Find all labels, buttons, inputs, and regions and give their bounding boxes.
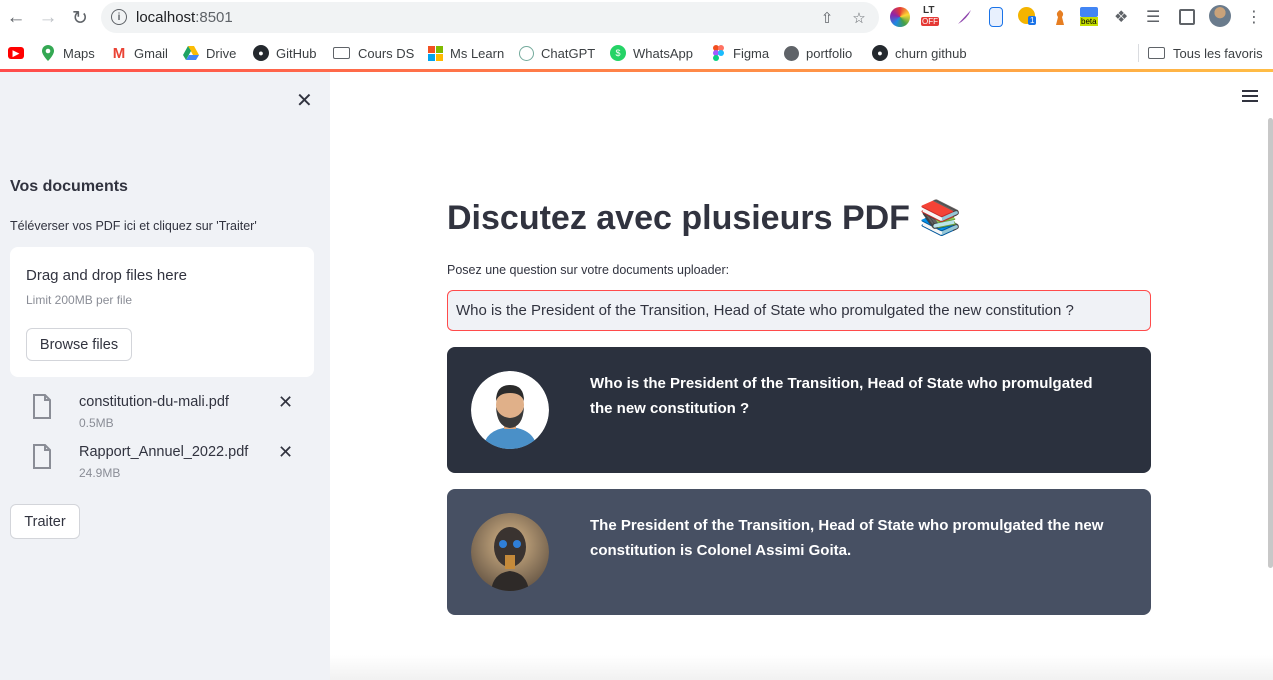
youtube-bookmark[interactable]: ▶	[8, 44, 31, 62]
bookmark-label: Drive	[206, 45, 237, 61]
extension-count-badge: 1	[1028, 16, 1037, 25]
lt-badge: LT	[923, 5, 935, 16]
process-button[interactable]: Traiter	[10, 504, 80, 539]
bookmark-label: ChatGPT	[541, 45, 596, 61]
bookmarks-divider	[1138, 44, 1139, 62]
github-icon: ●	[872, 45, 888, 61]
file-size: 24.9MB	[79, 466, 121, 480]
file-size: 0.5MB	[79, 416, 114, 430]
bookmark-label: GitHub	[276, 45, 317, 61]
bot-avatar	[471, 513, 549, 591]
side-panel-icon[interactable]	[1179, 9, 1195, 25]
chat-message-user: Who is the President of the Transition, …	[447, 347, 1151, 473]
url-text: localhost:8501	[136, 9, 233, 26]
user-avatar	[471, 371, 549, 449]
bookmark-gmail[interactable]: M Gmail	[111, 44, 168, 62]
globe-icon	[784, 45, 799, 61]
page-title: Discutez avec plusieurs PDF 📚	[447, 199, 962, 237]
bottom-fade	[330, 655, 1273, 680]
sidebar-subtitle: Téléverser vos PDF ici et cliquez sur 'T…	[10, 219, 257, 233]
color-picker-extension-icon[interactable]	[890, 7, 910, 27]
browse-files-button[interactable]: Browse files	[26, 328, 132, 361]
bookmark-label: Figma	[733, 45, 770, 61]
puzzle-extensions-icon[interactable]: ❖	[1114, 7, 1134, 27]
bookmark-cours-ds[interactable]: Cours DS	[333, 44, 414, 62]
file-icon	[33, 444, 51, 469]
uploaded-file: constitution-du-mali.pdf 0.5MB ✕	[32, 390, 302, 430]
youtube-icon: ▶	[8, 47, 24, 59]
file-icon	[33, 394, 51, 419]
remove-file-icon[interactable]: ✕	[278, 392, 293, 413]
uploaded-file: Rapport_Annuel_2022.pdf 24.9MB ✕	[32, 440, 302, 480]
bookmark-drive[interactable]: Drive	[183, 44, 236, 62]
message-text: Who is the President of the Transition, …	[590, 375, 1093, 417]
site-info-icon[interactable]: i	[111, 9, 127, 25]
profile-avatar[interactable]	[1209, 5, 1231, 27]
bookmark-label: Gmail	[134, 45, 168, 61]
bookmark-label: Maps	[63, 45, 95, 61]
hamburger-menu-icon[interactable]	[1242, 90, 1258, 102]
scrollbar[interactable]	[1268, 118, 1273, 568]
bookmarks-bar: ▶ Maps M Gmail Drive ● GitHub Cours DS M…	[0, 36, 1273, 70]
dropzone-limit: Limit 200MB per file	[26, 293, 133, 307]
bookmark-ms-learn[interactable]: Ms Learn	[427, 44, 504, 62]
bookmark-chatgpt[interactable]: ChatGPT	[519, 44, 595, 62]
url-host: localhost	[136, 9, 196, 26]
more-menu-icon[interactable]: ⋮	[1246, 7, 1262, 27]
github-icon: ●	[253, 45, 269, 61]
microsoft-icon	[427, 45, 443, 61]
figma-icon	[710, 45, 726, 61]
bookmark-figma[interactable]: Figma	[710, 44, 769, 62]
question-input[interactable]	[447, 290, 1151, 331]
sidebar-title: Vos documents	[10, 178, 128, 195]
folder-icon	[1148, 47, 1165, 59]
dropzone-title: Drag and drop files here	[26, 267, 187, 284]
file-name: Rapport_Annuel_2022.pdf	[79, 444, 249, 460]
reload-icon[interactable]: ↻	[69, 7, 91, 29]
url-port: :8501	[195, 9, 233, 26]
bookmark-churn-github[interactable]: ● churn github	[872, 44, 967, 62]
gmail-icon: M	[112, 44, 126, 62]
languagetool-extension-icon[interactable]: LT OFF	[921, 5, 941, 27]
file-name: constitution-du-mali.pdf	[79, 394, 229, 410]
chess-extension-icon[interactable]	[1050, 7, 1070, 27]
bookmark-star-icon[interactable]: ☆	[849, 8, 869, 28]
bookmark-github[interactable]: ● GitHub	[253, 44, 316, 62]
chatgpt-icon	[519, 45, 534, 61]
drive-icon	[183, 45, 199, 61]
bookmark-label: WhatsApp	[633, 45, 693, 61]
bookmark-label: portfolio	[806, 45, 853, 61]
all-bookmarks-button[interactable]: Tous les favoris	[1148, 44, 1263, 62]
bookmark-maps[interactable]: Maps	[40, 44, 95, 62]
bookmark-label: Ms Learn	[450, 45, 505, 61]
message-text: The President of the Transition, Head of…	[590, 517, 1104, 559]
share-icon[interactable]: ⇧	[817, 8, 837, 28]
bookmark-portfolio[interactable]: portfolio	[784, 44, 852, 62]
file-dropzone[interactable]: Drag and drop files here Limit 200MB per…	[10, 247, 314, 377]
forward-arrow-icon[interactable]: →	[37, 7, 59, 29]
close-sidebar-icon[interactable]: ✕	[296, 88, 313, 113]
honey-extension-icon[interactable]: 1	[1018, 7, 1038, 27]
whatsapp-icon: $	[610, 45, 626, 61]
beta-badge: beta	[1080, 17, 1098, 26]
bookmark-whatsapp[interactable]: $ WhatsApp	[610, 44, 693, 62]
folder-icon	[333, 47, 350, 59]
all-bookmarks-label: Tous les favoris	[1173, 45, 1263, 61]
back-arrow-icon[interactable]: ←	[5, 7, 27, 29]
bookmark-label: churn github	[895, 45, 967, 61]
browser-toolbar: ← → ↻ i localhost:8501 ⇧ ☆ LT OFF 1 beta…	[0, 0, 1273, 36]
question-label: Posez une question sur votre documents u…	[447, 263, 730, 277]
quill-extension-icon[interactable]	[955, 7, 975, 27]
bookmark-label: Cours DS	[358, 45, 415, 61]
phone-extension-icon[interactable]	[989, 7, 1003, 27]
beta-extension-icon[interactable]: beta	[1080, 7, 1100, 27]
media-control-icon[interactable]: ☰	[1146, 7, 1166, 27]
maps-icon	[40, 45, 56, 61]
lt-off-badge: OFF	[921, 17, 939, 26]
chat-message-bot: The President of the Transition, Head of…	[447, 489, 1151, 615]
remove-file-icon[interactable]: ✕	[278, 442, 293, 463]
sidebar: ✕ Vos documents Téléverser vos PDF ici e…	[0, 72, 330, 680]
address-bar[interactable]: i localhost:8501 ⇧ ☆	[101, 2, 879, 33]
